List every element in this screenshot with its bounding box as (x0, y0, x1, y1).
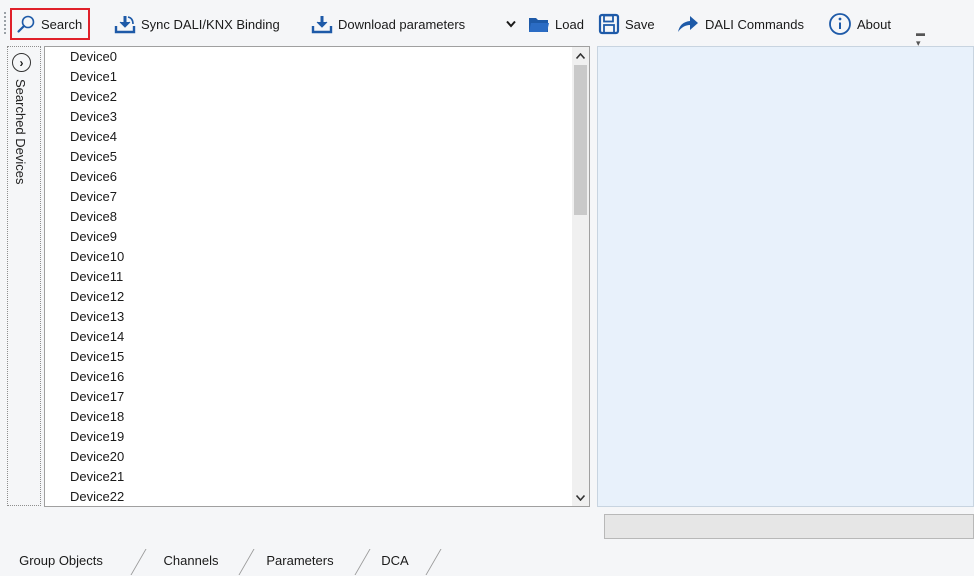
device-list-item[interactable]: Device13 (45, 307, 571, 327)
status-field (604, 514, 974, 539)
download-parameters-button[interactable]: Download parameters (311, 10, 465, 38)
scroll-up-icon[interactable] (572, 47, 589, 64)
scroll-thumb[interactable] (574, 65, 587, 215)
device-list-item[interactable]: Device1 (45, 67, 571, 87)
device-list-item[interactable]: Device6 (45, 167, 571, 187)
expand-panel-icon[interactable]: › (12, 53, 31, 72)
dali-commands-button[interactable]: DALI Commands (676, 10, 804, 38)
bottom-tabs: Group Objects Channels Parameters DCA (0, 545, 974, 576)
details-panel (597, 46, 974, 507)
tab-channels[interactable]: Channels (148, 545, 234, 576)
download-icon (311, 16, 333, 34)
device-list-item[interactable]: Device10 (45, 247, 571, 267)
sync-binding-label: Sync DALI/KNX Binding (141, 16, 280, 32)
load-button[interactable]: Load (528, 10, 584, 38)
device-list-item[interactable]: Device7 (45, 187, 571, 207)
tab-separator (425, 549, 442, 575)
device-list-scrollbar[interactable] (572, 47, 589, 506)
download-dropdown-button[interactable] (505, 10, 517, 38)
device-list-item[interactable]: Device17 (45, 387, 571, 407)
device-list-item[interactable]: Device16 (45, 367, 571, 387)
searched-devices-label: Searched Devices (13, 79, 28, 185)
search-icon (17, 15, 35, 33)
load-label: Load (555, 16, 584, 32)
dali-commands-label: DALI Commands (705, 16, 804, 32)
tab-separator (238, 549, 255, 575)
search-button-label: Search (41, 16, 83, 32)
device-list-item[interactable]: Device5 (45, 147, 571, 167)
tab-separator (354, 549, 371, 575)
scroll-down-icon[interactable] (572, 489, 589, 506)
device-list-item[interactable]: Device4 (45, 127, 571, 147)
sync-binding-button[interactable]: Sync DALI/KNX Binding (114, 10, 280, 38)
device-list-item[interactable]: Device20 (45, 447, 571, 467)
tab-dca[interactable]: DCA (370, 545, 420, 576)
tab-parameters[interactable]: Parameters (254, 545, 346, 576)
toolbar-overflow-icon[interactable]: ▬ ▾ (916, 28, 925, 48)
device-list-item[interactable]: Device15 (45, 347, 571, 367)
save-icon (598, 13, 620, 35)
device-list-item[interactable]: Device11 (45, 267, 571, 287)
toolbar: Search Sync DALI/KNX Binding Download pa… (0, 0, 974, 48)
device-items: Device0 Device1 Device2 Device3 Device4 Devic… (45, 47, 571, 506)
device-list[interactable]: Device0 Device1 Device2 Device3 Device4 Devic… (44, 46, 590, 507)
device-list-item[interactable]: Device14 (45, 327, 571, 347)
info-icon (829, 13, 851, 35)
chevron-down-icon (506, 20, 516, 28)
tab-group-objects[interactable]: Group Objects (6, 545, 116, 576)
save-button[interactable]: Save (598, 10, 655, 38)
device-list-item[interactable]: Device3 (45, 107, 571, 127)
device-list-item[interactable]: Device12 (45, 287, 571, 307)
download-parameters-label: Download parameters (338, 16, 466, 32)
toolbar-grip[interactable] (4, 12, 8, 34)
sync-download-icon (114, 16, 136, 34)
device-list-item[interactable]: Device0 (45, 47, 571, 67)
device-list-item[interactable]: Device8 (45, 207, 571, 227)
folder-icon (529, 18, 549, 32)
about-button[interactable]: About (828, 10, 891, 38)
device-list-item[interactable]: Device9 (45, 227, 571, 247)
searched-devices-collapsed-panel[interactable]: › Searched Devices (7, 46, 41, 506)
device-list-item[interactable]: Device19 (45, 427, 571, 447)
device-list-item[interactable]: Device18 (45, 407, 571, 427)
device-list-item[interactable]: Device22 (45, 487, 571, 506)
save-label: Save (625, 16, 655, 32)
arrow-right-icon (678, 16, 698, 32)
search-button[interactable]: Search (10, 8, 91, 40)
device-list-item[interactable]: Device2 (45, 87, 571, 107)
about-label: About (857, 16, 891, 32)
device-list-item[interactable]: Device21 (45, 467, 571, 487)
tab-separator (130, 549, 147, 575)
